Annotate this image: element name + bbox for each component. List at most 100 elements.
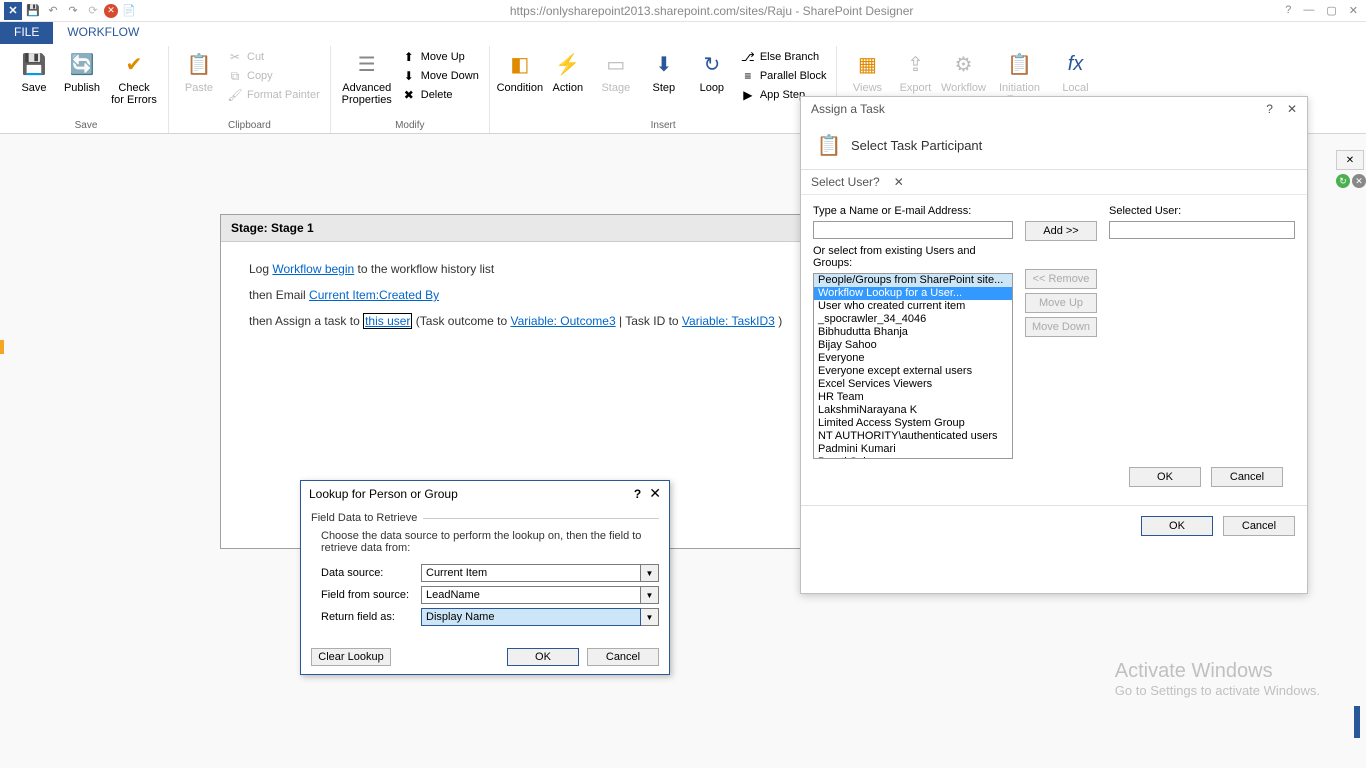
ok-button[interactable]: OK: [507, 648, 579, 666]
action-icon: ⚡: [552, 48, 584, 80]
help-icon[interactable]: ?: [873, 175, 880, 189]
close-icon[interactable]: ✕: [649, 485, 661, 502]
action-button[interactable]: ⚡Action: [544, 46, 592, 96]
redo-icon[interactable]: ↷: [64, 2, 82, 20]
list-item[interactable]: _spocrawler_34_4046: [814, 313, 1012, 326]
tab-workflow[interactable]: WORKFLOW: [53, 22, 153, 44]
stop-icon[interactable]: ✕: [104, 4, 118, 18]
step-icon: ⬇: [648, 48, 680, 80]
window-title: https://onlysharepoint2013.sharepoint.co…: [138, 4, 1285, 18]
arrow-up-icon: ⬆: [401, 49, 417, 65]
publish-button[interactable]: 🔄Publish: [58, 46, 106, 96]
loop-button[interactable]: ↻Loop: [688, 46, 736, 96]
list-item[interactable]: Bijay Sahoo: [814, 339, 1012, 352]
export-button[interactable]: ⇪Export: [891, 46, 939, 96]
form-icon: 📋: [1003, 48, 1035, 80]
views-icon: ▦: [851, 48, 883, 80]
else-branch-button[interactable]: ⎇Else Branch: [736, 48, 831, 66]
save-button[interactable]: 💾Save: [10, 46, 58, 96]
check-errors-button[interactable]: ✔Check for Errors: [106, 46, 162, 108]
return-field-combo[interactable]: Display Name: [421, 608, 641, 626]
list-item[interactable]: Bibhudutta Bhanja: [814, 326, 1012, 339]
list-item[interactable]: HR Team: [814, 391, 1012, 404]
list-item[interactable]: Padmini Kumari: [814, 443, 1012, 456]
remove-button[interactable]: << Remove: [1025, 269, 1097, 289]
close-icon[interactable]: ✕: [894, 175, 904, 189]
advanced-properties-button[interactable]: ☰Advanced Properties: [337, 46, 397, 108]
chevron-down-icon[interactable]: ▼: [641, 608, 659, 626]
delete-button[interactable]: ✖Delete: [397, 86, 483, 104]
parallel-block-button[interactable]: ≡Parallel Block: [736, 67, 831, 85]
cancel-button[interactable]: Cancel: [1223, 516, 1295, 536]
move-down-button[interactable]: Move Down: [1025, 317, 1097, 337]
selected-user-input[interactable]: [1109, 221, 1295, 239]
task-user-link[interactable]: this user: [363, 313, 412, 329]
properties-icon: ☰: [351, 48, 383, 80]
condition-icon: ◧: [504, 48, 536, 80]
condition-button[interactable]: ◧Condition: [496, 46, 544, 96]
quick-access-toolbar: ✕ 💾 ↶ ↷ ⟳ ✕ 📄: [4, 2, 138, 20]
data-source-label: Data source:: [321, 567, 421, 579]
field-source-combo[interactable]: LeadName: [421, 586, 641, 604]
add-button[interactable]: Add >>: [1025, 221, 1097, 241]
inner-cancel-button[interactable]: Cancel: [1211, 467, 1283, 487]
help-icon[interactable]: ?: [634, 487, 641, 501]
dismiss-icon[interactable]: ✕: [1352, 174, 1366, 188]
list-item[interactable]: People/Groups from SharePoint site...: [814, 274, 1012, 287]
clear-lookup-button[interactable]: Clear Lookup: [311, 648, 391, 666]
chevron-down-icon[interactable]: ▼: [641, 586, 659, 604]
step-button[interactable]: ⬇Step: [640, 46, 688, 96]
panel-close-tab[interactable]: ✕: [1336, 150, 1364, 170]
list-item[interactable]: Everyone except external users: [814, 365, 1012, 378]
cancel-button[interactable]: Cancel: [587, 648, 659, 666]
minimize-icon[interactable]: —: [1303, 4, 1314, 17]
taskid-variable-link[interactable]: Variable: TaskID3: [682, 314, 775, 328]
help-icon[interactable]: ?: [1266, 102, 1273, 116]
data-source-combo[interactable]: Current Item: [421, 564, 641, 582]
list-item[interactable]: Everyone: [814, 352, 1012, 365]
inner-ok-button[interactable]: OK: [1129, 467, 1201, 487]
close-icon[interactable]: ✕: [1349, 4, 1358, 17]
move-up-button[interactable]: Move Up: [1025, 293, 1097, 313]
restore-icon[interactable]: ▢: [1326, 4, 1336, 17]
brush-icon: 🖌: [227, 87, 243, 103]
selected-user-label: Selected User:: [1109, 205, 1295, 217]
stage-button[interactable]: ▭Stage: [592, 46, 640, 96]
stage-icon: ▭: [600, 48, 632, 80]
list-item[interactable]: Preeti Sahu: [814, 456, 1012, 459]
local-button[interactable]: fxLocal: [1051, 46, 1099, 96]
format-painter-button[interactable]: 🖌Format Painter: [223, 86, 324, 104]
views-button[interactable]: ▦Views: [843, 46, 891, 96]
name-email-input[interactable]: [813, 221, 1013, 239]
undo-icon[interactable]: ↶: [44, 2, 62, 20]
paste-button[interactable]: 📋Paste: [175, 46, 223, 96]
close-icon[interactable]: ✕: [1287, 102, 1297, 116]
list-item[interactable]: Excel Services Viewers: [814, 378, 1012, 391]
activate-windows-watermark: Activate Windows Go to Settings to activ…: [1115, 660, 1320, 698]
cut-button[interactable]: ✂Cut: [223, 48, 324, 66]
chevron-down-icon[interactable]: ▼: [641, 564, 659, 582]
fx-icon: fx: [1059, 48, 1091, 80]
list-item[interactable]: Limited Access System Group: [814, 417, 1012, 430]
tab-file[interactable]: FILE: [0, 22, 53, 44]
refresh-icon[interactable]: ⟳: [84, 2, 102, 20]
users-groups-listbox[interactable]: People/Groups from SharePoint site...Wor…: [813, 273, 1013, 459]
list-item[interactable]: NT AUTHORITY\authenticated users: [814, 430, 1012, 443]
workflow-button[interactable]: ⚙Workflow: [939, 46, 987, 96]
log-message-link[interactable]: Workflow begin: [272, 262, 354, 276]
copy-button[interactable]: ⧉Copy: [223, 67, 324, 85]
window-controls: ? — ▢ ✕: [1285, 4, 1358, 17]
doc-icon[interactable]: 📄: [120, 2, 138, 20]
insert-group-label: Insert: [651, 119, 676, 133]
move-up-button[interactable]: ⬆Move Up: [397, 48, 483, 66]
move-down-button[interactable]: ⬇Move Down: [397, 67, 483, 85]
help-icon[interactable]: ?: [1285, 4, 1291, 17]
list-item[interactable]: User who created current item: [814, 300, 1012, 313]
list-item[interactable]: LakshmiNarayana K: [814, 404, 1012, 417]
ok-button[interactable]: OK: [1141, 516, 1213, 536]
list-item[interactable]: Workflow Lookup for a User...: [814, 287, 1012, 300]
sync-icon[interactable]: ↻: [1336, 174, 1350, 188]
outcome-variable-link[interactable]: Variable: Outcome3: [510, 314, 615, 328]
email-recipient-link[interactable]: Current Item:Created By: [309, 288, 439, 302]
save-icon[interactable]: 💾: [24, 2, 42, 20]
